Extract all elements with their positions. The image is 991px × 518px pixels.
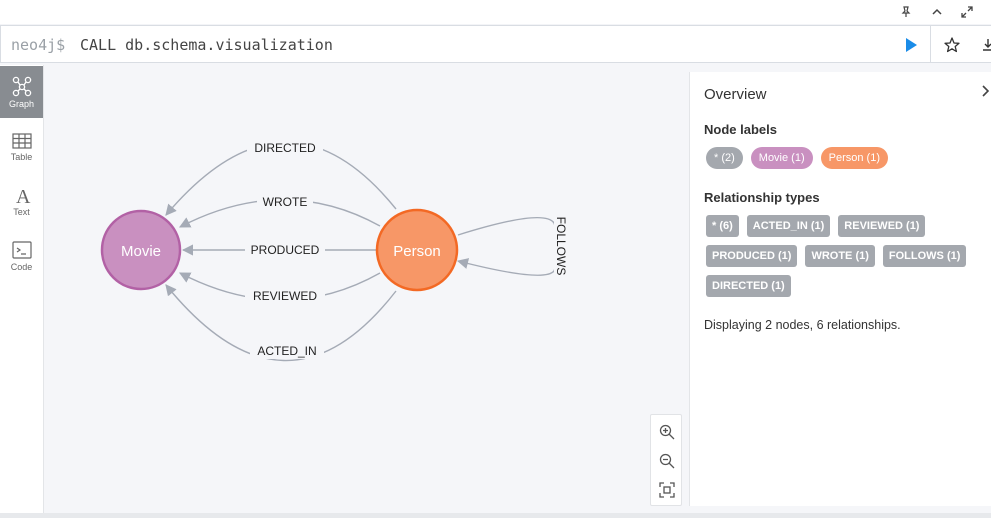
- node-movie[interactable]: Movie: [100, 209, 182, 291]
- summary-text: Displaying 2 nodes, 6 relationships.: [704, 318, 901, 332]
- bottom-strip: [0, 513, 991, 518]
- zoom-in-icon[interactable]: [658, 423, 676, 441]
- node-label: Movie: [121, 243, 161, 260]
- graph-visualization[interactable]: DIRECTED WROTE PRODUCED REVIEWED ACTED_I…: [44, 63, 688, 513]
- download-icon[interactable]: [981, 36, 991, 54]
- node-labels-heading: Node labels: [704, 122, 777, 137]
- relationship-type-tag[interactable]: REVIEWED (1): [838, 215, 926, 237]
- relationship-label: WROTE: [263, 195, 308, 209]
- zoom-out-icon[interactable]: [658, 452, 676, 470]
- overview-panel: Overview Node labels * (2) Movie (1) Per…: [689, 72, 991, 506]
- relationship-type-tag[interactable]: WROTE (1): [805, 245, 875, 267]
- sidebar-item-label: Graph: [8, 99, 34, 109]
- relationship-types-list: * (6) ACTED_IN (1) REVIEWED (1) PRODUCED…: [706, 215, 991, 297]
- relationship-type-tag[interactable]: ACTED_IN (1): [746, 215, 831, 237]
- view-switcher: Graph Table A Text Code: [0, 65, 44, 513]
- table-icon: [11, 133, 32, 149]
- relationship-type-tag[interactable]: PRODUCED (1): [706, 245, 798, 267]
- relationship-label: PRODUCED: [251, 243, 320, 257]
- query-editor[interactable]: neo4j$ CALL db.schema.visualization: [0, 25, 931, 63]
- text-icon: A: [16, 186, 31, 205]
- expand-icon[interactable]: [959, 4, 975, 20]
- zoom-controls: [650, 414, 682, 506]
- sidebar-item-table[interactable]: Table: [0, 121, 43, 173]
- relationship-type-tag[interactable]: DIRECTED (1): [706, 275, 791, 297]
- code-icon: [11, 241, 32, 259]
- relationship-follows[interactable]: [456, 216, 560, 276]
- sidebar-item-code[interactable]: Code: [0, 230, 43, 282]
- sidebar-item-label: Table: [10, 152, 33, 162]
- sidebar-item-text[interactable]: A Text: [0, 175, 43, 227]
- relationship-label: ACTED_IN: [257, 344, 316, 358]
- sidebar-item-label: Text: [13, 207, 30, 217]
- node-label-pill[interactable]: Movie (1): [750, 147, 813, 169]
- graph-canvas[interactable]: DIRECTED WROTE PRODUCED REVIEWED ACTED_I…: [44, 63, 688, 513]
- chevron-up-icon[interactable]: [929, 4, 945, 20]
- relationship-label: FOLLOWS: [554, 217, 568, 276]
- relationship-type-tag[interactable]: * (6): [706, 215, 739, 237]
- relationship-label: REVIEWED: [253, 289, 317, 303]
- fit-icon[interactable]: [658, 481, 676, 499]
- node-label: Person: [393, 243, 441, 260]
- play-icon[interactable]: [903, 37, 919, 53]
- star-icon[interactable]: [943, 36, 961, 54]
- node-labels-list: * (2) Movie (1) Person (1): [706, 147, 991, 169]
- relationship-label: DIRECTED: [254, 141, 316, 155]
- sidebar-item-graph[interactable]: Graph: [0, 66, 43, 118]
- node-label-pill[interactable]: Person (1): [820, 147, 888, 169]
- svg-text:A: A: [16, 186, 31, 205]
- node-person[interactable]: Person: [375, 208, 459, 292]
- editor-prompt: neo4j$: [11, 36, 66, 54]
- graph-icon: [12, 76, 31, 97]
- sidebar-item-label: Code: [10, 262, 33, 272]
- pin-icon[interactable]: [898, 4, 914, 20]
- window-top-bar: [0, 0, 991, 24]
- editor-actions: [931, 25, 991, 63]
- relationship-type-tag[interactable]: FOLLOWS (1): [882, 245, 967, 267]
- panel-title: Overview: [704, 86, 767, 103]
- query-text[interactable]: CALL db.schema.visualization: [80, 36, 333, 54]
- node-label-pill[interactable]: * (2): [706, 147, 743, 169]
- relationship-types-heading: Relationship types: [704, 190, 820, 205]
- chevron-right-icon[interactable]: [981, 84, 991, 98]
